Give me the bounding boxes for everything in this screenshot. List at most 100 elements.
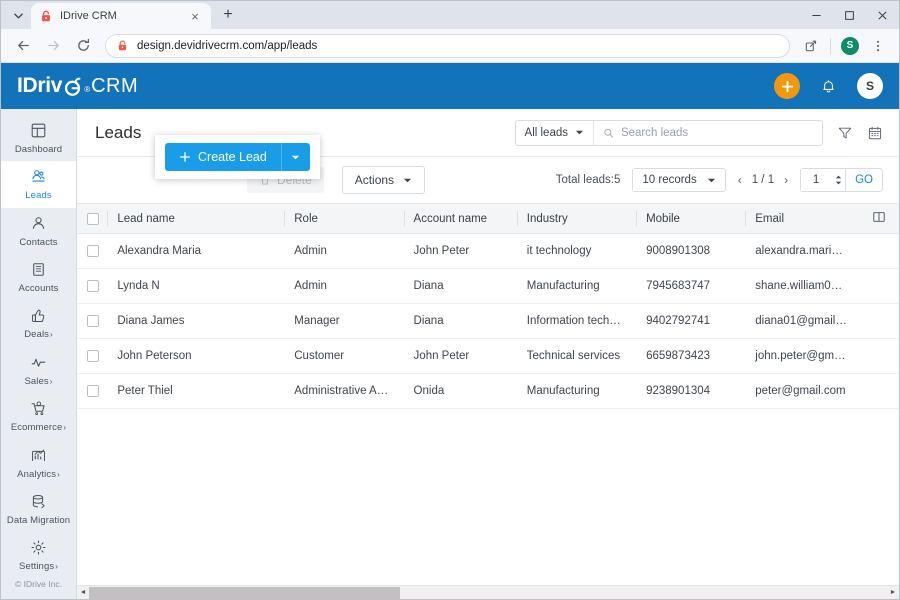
row-checkbox[interactable] [87,280,99,292]
chevron-down-icon [707,178,715,182]
action-toolbar: Create Lead Delete Actions Total leads:5… [77,135,899,203]
sidebar-item-ecommerce[interactable]: Ecommerce› [1,393,76,439]
reload-button[interactable] [69,32,97,60]
browser-menu-icon[interactable] [865,33,891,59]
sidebar-item-dashboard[interactable]: Dashboard [1,115,76,161]
calendar-button[interactable] [867,125,883,141]
scroll-left-arrow[interactable]: ◄ [77,589,89,596]
columns-icon[interactable] [872,212,886,227]
row-checkbox[interactable] [87,385,99,397]
address-bar[interactable]: design.devidrivecrm.com/app/leads [105,33,790,58]
cell-spacer [858,233,899,269]
cell-name[interactable]: Diana James [107,303,285,339]
table-row[interactable]: Lynda N Admin Diana Manufacturing 794568… [77,268,899,304]
sidebar-item-contacts[interactable]: Contacts [1,208,76,254]
total-leads-value: 5 [613,174,621,186]
page-header-controls: All leads [514,119,883,146]
horizontal-scrollbar[interactable]: ◄ ► [77,585,899,599]
row-select-cell [77,233,108,269]
go-button[interactable]: GO [845,169,882,191]
sales-icon [31,358,46,367]
create-lead-label: Create Lead [198,150,267,164]
toolbar-right-icons: S [798,33,891,59]
records-per-page-dropdown[interactable]: 10 records [632,168,726,192]
table-header: Lead name Role Account name Industry Mob… [77,203,899,234]
cell-email: john.peter@gmail.co... [745,338,859,374]
notifications-button[interactable] [820,78,837,95]
column-header-mobile[interactable]: Mobile [636,203,746,234]
share-icon[interactable] [798,33,824,59]
window-close-icon[interactable] [866,1,899,29]
close-icon[interactable]: × [187,8,203,24]
row-select-cell [77,373,108,409]
column-header-email[interactable]: Email [745,203,859,234]
scrollbar-thumb[interactable] [89,586,401,599]
browser-profile-button[interactable]: S [837,33,863,59]
column-header-name[interactable]: Lead name [107,203,285,234]
view-filter-dropdown[interactable]: All leads [516,120,594,145]
create-lead-button-group: Create Lead [165,143,310,171]
table-row[interactable]: Diana James Manager Diana Information te… [77,303,899,339]
quick-add-button[interactable] [774,73,800,99]
sidebar-item-analytics[interactable]: Analytics› [1,440,76,486]
table-row[interactable]: Peter Thiel Administrative Assist... Oni… [77,373,899,409]
prev-page-button[interactable]: ‹ [738,173,742,187]
browser-toolbar: design.devidrivecrm.com/app/leads S [1,29,899,63]
window-controls [800,1,899,29]
scroll-right-arrow[interactable]: ► [887,589,899,596]
scrollbar-track[interactable] [89,586,887,600]
column-header-industry[interactable]: Industry [516,203,637,234]
plus-icon [180,152,190,162]
tab-search-button[interactable] [5,3,31,27]
sidebar-item-leads[interactable]: Leads [1,161,76,208]
row-checkbox[interactable] [87,315,99,327]
goto-page-input[interactable]: 1 [801,169,831,191]
actions-dropdown-button[interactable]: Actions [341,166,426,194]
goto-page-group: 1 GO [800,168,883,192]
sidebar-item-deals[interactable]: Deals› [1,301,76,347]
goto-page-stepper[interactable] [831,169,845,191]
user-avatar[interactable]: S [857,73,883,99]
cell-account: Onida [403,373,517,409]
browser-tab[interactable]: IDrive CRM × [31,3,211,29]
table-row[interactable]: John Peterson Customer John Peter Techni… [77,338,899,374]
create-lead-button[interactable]: Create Lead [165,143,282,171]
cell-industry: Manufacturing [516,373,637,409]
row-checkbox[interactable] [87,350,99,362]
sidebar: Dashboard Leads Contacts Accounts Deals›… [1,109,77,599]
sidebar-item-data-migration[interactable]: Data Migration [1,486,76,532]
cell-name[interactable]: Lynda N [107,268,285,304]
arrow-right-icon [47,40,59,51]
sidebar-item-sales[interactable]: Sales› [1,347,76,393]
sidebar-item-accounts[interactable]: Accounts [1,254,76,300]
column-header-role[interactable]: Role [284,203,404,234]
cell-name[interactable]: Alexandra Maria [107,233,285,269]
cell-name[interactable]: Peter Thiel [107,373,285,409]
app-logo[interactable]: IDriv ® CRM [17,74,138,98]
table-body: Alexandra Maria Admin John Peter it tech… [77,233,899,409]
select-all-checkbox[interactable] [87,212,99,225]
filter-button[interactable] [837,125,853,141]
reload-icon [77,38,89,51]
cell-email: peter@gmail.com [745,373,859,409]
sidebar-item-settings[interactable]: Settings› [1,533,76,579]
create-lead-dropdown-button[interactable] [282,143,310,171]
cell-name[interactable]: John Peterson [107,338,285,374]
cell-email: alexandra.maria@g... [745,233,859,269]
cell-spacer [858,373,899,409]
search-field-wrap[interactable] [594,121,822,145]
table-header-row: Lead name Role Account name Industry Mob… [77,203,899,234]
next-page-button[interactable]: › [784,173,788,187]
search-input[interactable] [620,126,813,139]
row-checkbox[interactable] [87,245,99,257]
column-header-account[interactable]: Account name [403,203,517,234]
sidebar-item-label: Leads [25,190,52,202]
actions-label: Actions [354,173,395,187]
new-tab-button[interactable]: + [215,2,241,28]
back-button[interactable] [9,32,37,60]
table-row[interactable]: Alexandra Maria Admin John Peter it tech… [77,233,899,269]
chevron-right-icon: › [55,562,58,572]
maximize-icon[interactable] [833,1,866,29]
minimize-icon[interactable] [800,1,833,29]
cell-email: diana01@gmail.com [745,303,859,339]
